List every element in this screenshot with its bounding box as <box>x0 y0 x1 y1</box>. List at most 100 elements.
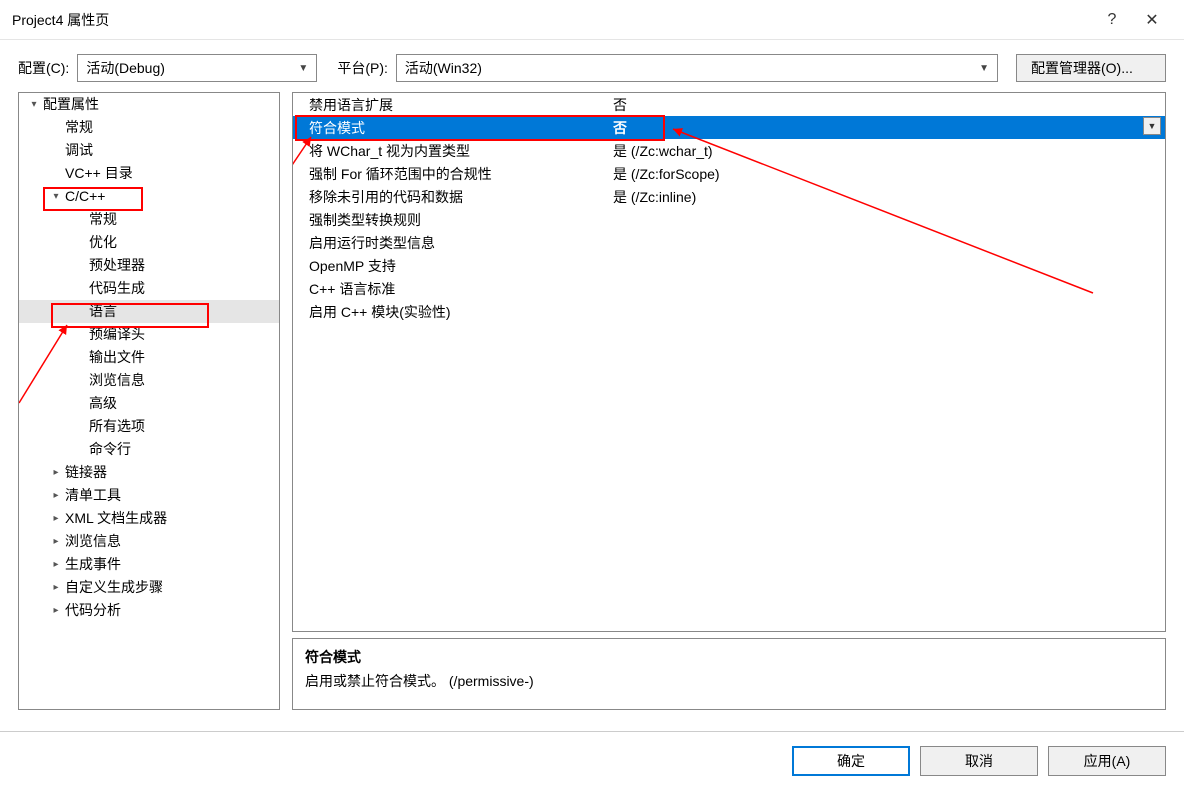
tree-item[interactable]: 预编译头 <box>19 323 279 346</box>
tree-item-label: 输出文件 <box>87 346 145 369</box>
property-name: C++ 语言标准 <box>293 279 613 299</box>
config-label: 配置(C): <box>18 58 69 78</box>
property-row[interactable]: 移除未引用的代码和数据是 (/Zc:inline) <box>293 185 1165 208</box>
property-row[interactable]: 将 WChar_t 视为内置类型是 (/Zc:wchar_t) <box>293 139 1165 162</box>
tree-item[interactable]: ▸生成事件 <box>19 553 279 576</box>
window-title: Project4 属性页 <box>12 10 1092 30</box>
tree-item[interactable]: 输出文件 <box>19 346 279 369</box>
tree-item[interactable]: 所有选项 <box>19 415 279 438</box>
tree-item-label: VC++ 目录 <box>63 162 133 185</box>
property-name: 启用 C++ 模块(实验性) <box>293 302 613 322</box>
main-area: ▾配置属性常规调试VC++ 目录▾C/C++常规优化预处理器代码生成语言预编译头… <box>0 92 1184 722</box>
property-value[interactable]: 否 <box>613 118 1165 138</box>
tree-item[interactable]: 浏览信息 <box>19 369 279 392</box>
expand-icon[interactable]: ▸ <box>49 530 63 553</box>
chevron-down-icon: ▼ <box>979 63 989 74</box>
right-pane: 禁用语言扩展否符合模式否将 WChar_t 视为内置类型是 (/Zc:wchar… <box>292 92 1166 710</box>
property-row[interactable]: 强制 For 循环范围中的合规性是 (/Zc:forScope) <box>293 162 1165 185</box>
tree-item-label: 常规 <box>87 208 117 231</box>
property-value[interactable]: 是 (/Zc:forScope) <box>613 164 1165 184</box>
tree-item-label: 代码生成 <box>87 277 145 300</box>
property-name: 禁用语言扩展 <box>293 95 613 115</box>
tree-item[interactable]: ▸自定义生成步骤 <box>19 576 279 599</box>
property-value[interactable]: 是 (/Zc:inline) <box>613 187 1165 207</box>
expand-icon[interactable]: ▸ <box>49 507 63 530</box>
property-row[interactable]: 禁用语言扩展否 <box>293 93 1165 116</box>
tree-item-label: 常规 <box>63 116 93 139</box>
expand-icon[interactable]: ▸ <box>49 576 63 599</box>
expand-icon[interactable]: ▾ <box>27 93 41 116</box>
tree-item-label: 代码分析 <box>63 599 121 622</box>
dropdown-arrow-icon[interactable]: ▼ <box>1143 117 1161 135</box>
config-value: 活动(Debug) <box>86 58 165 78</box>
tree-item-label: 浏览信息 <box>87 369 145 392</box>
property-name: 符合模式 <box>293 118 613 138</box>
ok-button[interactable]: 确定 <box>792 746 910 776</box>
tree-item[interactable]: 命令行 <box>19 438 279 461</box>
tree-item[interactable]: 语言 <box>19 300 279 323</box>
apply-button[interactable]: 应用(A) <box>1048 746 1166 776</box>
tree-item[interactable]: 代码生成 <box>19 277 279 300</box>
config-toolbar: 配置(C): 活动(Debug) ▼ 平台(P): 活动(Win32) ▼ 配置… <box>0 40 1184 92</box>
tree-item-label: 命令行 <box>87 438 131 461</box>
platform-select[interactable]: 活动(Win32) ▼ <box>396 54 998 82</box>
tree-item[interactable]: 优化 <box>19 231 279 254</box>
tree-item-label: C/C++ <box>63 185 105 208</box>
tree-item-label: 浏览信息 <box>63 530 121 553</box>
tree-item[interactable]: 调试 <box>19 139 279 162</box>
property-row[interactable]: 启用运行时类型信息 <box>293 231 1165 254</box>
tree-item[interactable]: 预处理器 <box>19 254 279 277</box>
property-name: 移除未引用的代码和数据 <box>293 187 613 207</box>
property-grid[interactable]: 禁用语言扩展否符合模式否将 WChar_t 视为内置类型是 (/Zc:wchar… <box>292 92 1166 632</box>
config-select[interactable]: 活动(Debug) ▼ <box>77 54 317 82</box>
expand-icon[interactable]: ▸ <box>49 461 63 484</box>
property-value[interactable]: 是 (/Zc:wchar_t) <box>613 141 1165 161</box>
property-row[interactable]: 强制类型转换规则 <box>293 208 1165 231</box>
tree-item[interactable]: 常规 <box>19 116 279 139</box>
tree-item[interactable]: ▾配置属性 <box>19 93 279 116</box>
tree-item-label: 语言 <box>87 300 117 323</box>
config-manager-button[interactable]: 配置管理器(O)... <box>1016 54 1166 82</box>
tree-item-label: 高级 <box>87 392 117 415</box>
expand-icon[interactable]: ▾ <box>49 185 63 208</box>
platform-value: 活动(Win32) <box>405 58 482 78</box>
tree-item[interactable]: ▸清单工具 <box>19 484 279 507</box>
tree-item[interactable]: ▸XML 文档生成器 <box>19 507 279 530</box>
cancel-button[interactable]: 取消 <box>920 746 1038 776</box>
tree-item-label: 所有选项 <box>87 415 145 438</box>
property-name: 将 WChar_t 视为内置类型 <box>293 141 613 161</box>
platform-label: 平台(P): <box>337 58 388 78</box>
tree-item[interactable]: 高级 <box>19 392 279 415</box>
tree-item-label: 链接器 <box>63 461 107 484</box>
chevron-down-icon: ▼ <box>298 63 308 74</box>
tree-item[interactable]: 常规 <box>19 208 279 231</box>
property-name: OpenMP 支持 <box>293 256 613 276</box>
tree-item-label: XML 文档生成器 <box>63 507 167 530</box>
description-body: 启用或禁止符合模式。 (/permissive-) <box>305 671 1153 691</box>
property-name: 启用运行时类型信息 <box>293 233 613 253</box>
property-row[interactable]: C++ 语言标准 <box>293 277 1165 300</box>
tree-item[interactable]: ▸代码分析 <box>19 599 279 622</box>
expand-icon[interactable]: ▸ <box>49 553 63 576</box>
close-icon[interactable]: ✕ <box>1132 10 1172 30</box>
property-row[interactable]: OpenMP 支持 <box>293 254 1165 277</box>
tree-item-label: 生成事件 <box>63 553 121 576</box>
tree-item-label: 自定义生成步骤 <box>63 576 163 599</box>
tree-item[interactable]: VC++ 目录 <box>19 162 279 185</box>
nav-tree[interactable]: ▾配置属性常规调试VC++ 目录▾C/C++常规优化预处理器代码生成语言预编译头… <box>18 92 280 710</box>
property-name: 强制类型转换规则 <box>293 210 613 230</box>
expand-icon[interactable]: ▸ <box>49 599 63 622</box>
tree-item-label: 优化 <box>87 231 117 254</box>
tree-item[interactable]: ▾C/C++ <box>19 185 279 208</box>
expand-icon[interactable]: ▸ <box>49 484 63 507</box>
tree-item[interactable]: ▸链接器 <box>19 461 279 484</box>
tree-item[interactable]: ▸浏览信息 <box>19 530 279 553</box>
property-value[interactable]: 否 <box>613 95 1165 115</box>
tree-item-label: 预处理器 <box>87 254 145 277</box>
property-row[interactable]: 符合模式否 <box>293 116 1165 139</box>
property-name: 强制 For 循环范围中的合规性 <box>293 164 613 184</box>
titlebar: Project4 属性页 ? ✕ <box>0 0 1184 40</box>
help-icon[interactable]: ? <box>1092 11 1132 29</box>
property-row[interactable]: 启用 C++ 模块(实验性) <box>293 300 1165 323</box>
tree-item-label: 调试 <box>63 139 93 162</box>
